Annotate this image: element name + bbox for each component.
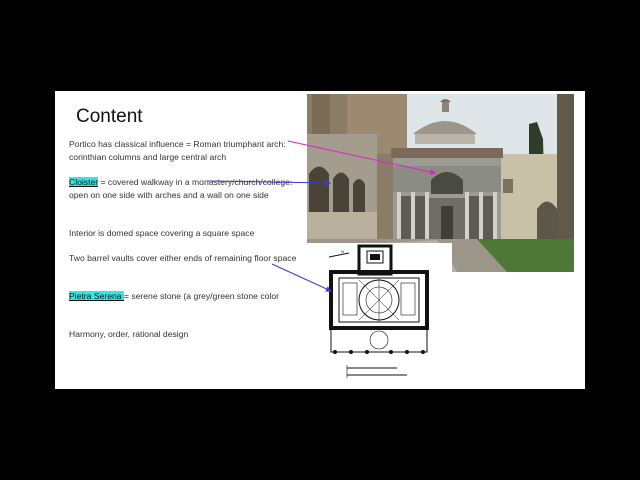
arrow-pietra-serena: [271, 263, 332, 292]
presentation-slide: Content Portico has classical influence …: [55, 91, 585, 389]
arrow-portico: [287, 140, 436, 175]
annotation-arrows: [206, 140, 436, 292]
arrow-cloister: [206, 179, 331, 186]
